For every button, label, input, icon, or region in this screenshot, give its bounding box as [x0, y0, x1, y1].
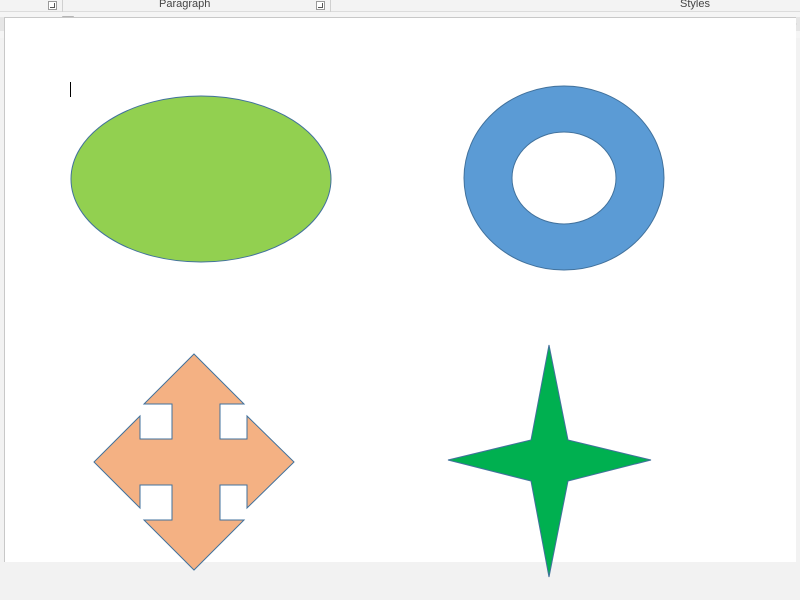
orange-quad-arrow-shape[interactable] — [93, 353, 295, 571]
green-ellipse-shape[interactable] — [70, 95, 332, 263]
drawing-canvas — [70, 85, 665, 578]
blue-donut-shape[interactable] — [463, 85, 665, 271]
green-four-point-star-shape[interactable] — [447, 344, 652, 578]
